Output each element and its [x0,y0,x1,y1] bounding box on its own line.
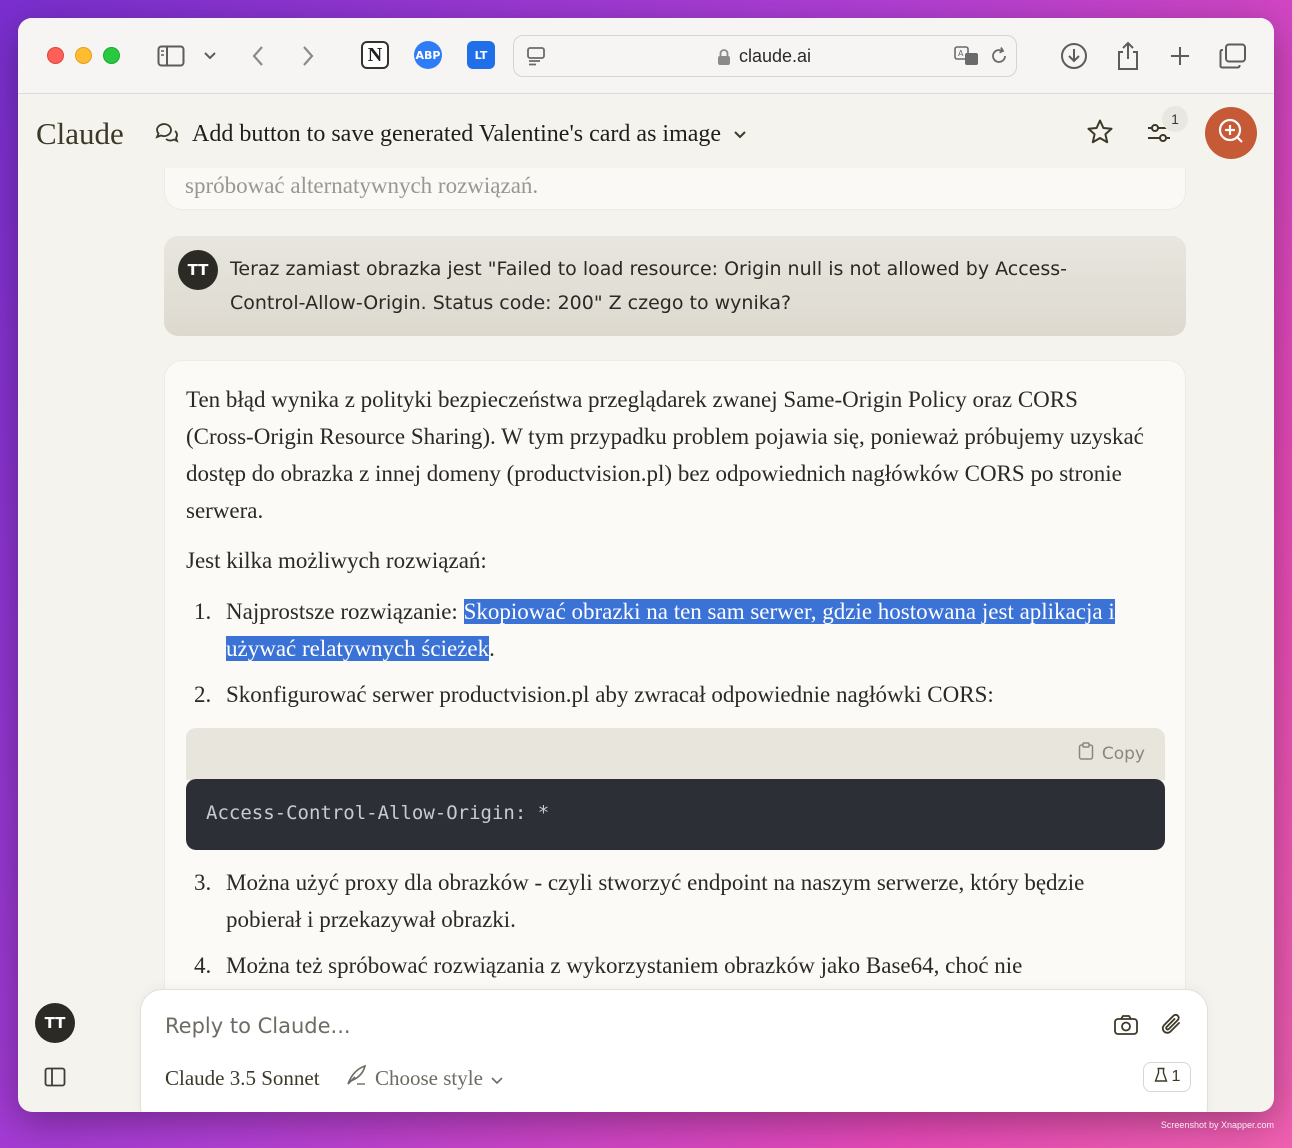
forward-arrow-icon[interactable] [296,40,320,72]
adblock-plus-icon[interactable]: ABP [414,41,442,69]
chevron-down-icon [491,1066,503,1091]
list-item-lead: Najprostsze rozwiązanie: [226,599,464,624]
chat-title-dropdown[interactable]: Add button to save generated Valentine's… [154,118,747,150]
quill-icon [345,1064,367,1092]
list-item-tail: . [489,636,495,661]
camera-icon[interactable] [1113,1014,1139,1040]
chevron-down-icon [733,125,747,144]
copy-button[interactable]: Copy [1078,742,1145,765]
sidebar-toggle-icon[interactable] [156,40,186,72]
user-message: TT Teraz zamiast obrazka jest "Failed to… [164,236,1186,336]
clipboard-icon [1078,742,1094,765]
reply-paragraph: Ten błąd wynika z polityki bezpieczeństw… [186,387,1144,523]
code-block-header: Copy [186,728,1165,780]
reply-composer: Reply to Claude... Claude 3.5 Sonnet Cho… [140,989,1208,1112]
minimize-window-button[interactable] [75,47,92,64]
code-text: Access-Control-Allow-Origin: * [206,802,550,824]
url-text: claude.ai [739,46,812,66]
zoom-window-button[interactable] [103,47,120,64]
back-arrow-icon[interactable] [246,40,270,72]
list-item-text: Można też spróbować rozwiązania z wykorz… [226,953,1023,978]
style-selector[interactable]: Choose style [345,1064,503,1092]
translate-icon[interactable]: A [954,46,980,70]
new-chat-button[interactable] [1205,107,1257,159]
previous-message-tail: spróbować alternatywnych rozwiązań. [185,173,539,198]
browser-window: N ABP LT claude.ai A Claude Add button t… [18,18,1274,1112]
chevron-down-icon[interactable] [200,40,220,72]
chat-scroll-area[interactable]: spróbować alternatywnych rozwiązań. TT T… [18,168,1274,1008]
downloads-icon[interactable] [1058,40,1090,72]
list-number: 1. [194,599,212,624]
sidebar-panel-icon[interactable] [44,1067,66,1091]
list-number: 3. [194,870,212,895]
list-number: 4. [194,953,212,978]
lt-label: LT [474,48,488,62]
star-icon[interactable] [1086,118,1114,146]
copy-label: Copy [1101,743,1145,764]
svg-text:A: A [958,49,964,58]
counter-value: 1 [1171,1068,1181,1085]
user-message-text: Teraz zamiast obrazka jest "Failed to lo… [230,258,1068,314]
claude-logo[interactable]: Claude [36,116,124,152]
close-window-button[interactable] [47,47,64,64]
new-tab-icon[interactable] [1166,40,1194,72]
reply-paragraph: Jest kilka możliwych rozwiązań: [186,548,487,573]
tune-badge: 1 [1162,106,1188,132]
browser-toolbar: N ABP LT claude.ai A [18,18,1274,94]
languagetool-icon[interactable]: LT [467,41,495,69]
beaker-icon [1154,1067,1168,1088]
lock-icon [717,48,731,70]
beaker-counter-button[interactable]: 1 [1143,1062,1191,1092]
reader-icon[interactable] [526,46,546,70]
style-label: Choose style [375,1065,483,1090]
chat-plus-icon [1217,117,1245,149]
paperclip-icon[interactable] [1160,1012,1184,1042]
watermark: Screenshot by Xnapper.com [1160,1120,1274,1130]
list-item-text: Można użyć proxy dla obrazków - czyli st… [226,870,1085,932]
model-selector[interactable]: Claude 3.5 Sonnet [165,1066,320,1091]
code-body: Access-Control-Allow-Origin: * [186,779,1165,850]
reload-icon[interactable] [989,46,1009,70]
address-bar[interactable]: claude.ai A [513,35,1017,77]
tab-overview-icon[interactable] [1218,40,1248,72]
account-avatar[interactable]: TT [35,1003,75,1043]
assistant-message: Ten błąd wynika z polityki bezpieczeństw… [164,360,1186,1008]
chat-bubbles-icon [154,120,180,148]
list-item-text: Skonfigurować serwer productvision.pl ab… [226,682,994,707]
code-block: Copy Access-Control-Allow-Origin: * [186,728,1165,850]
share-icon[interactable] [1112,40,1144,72]
previous-assistant-message: spróbować alternatywnych rozwiązań. [164,168,1186,210]
list-number: 2. [194,682,212,707]
reply-input[interactable]: Reply to Claude... [165,1014,351,1038]
abp-label: ABP [415,48,441,62]
user-avatar: TT [178,250,218,290]
chat-title: Add button to save generated Valentine's… [192,120,722,147]
notion-icon[interactable]: N [361,41,389,69]
